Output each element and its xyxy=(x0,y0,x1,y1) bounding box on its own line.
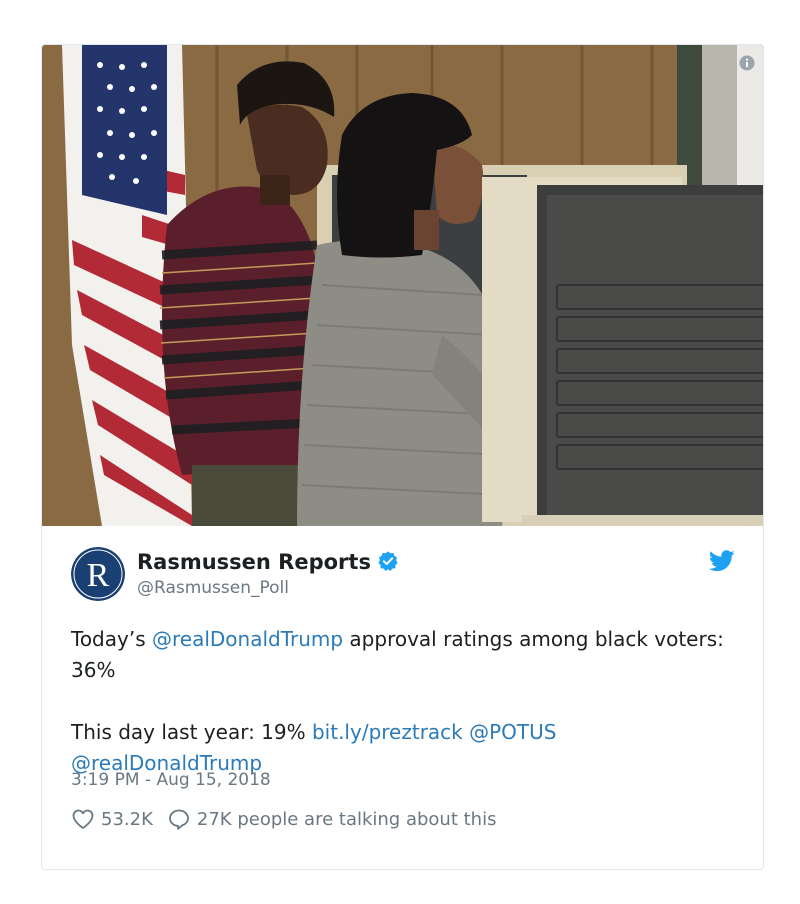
tweet-timestamp[interactable]: 3:19 PM - Aug 15, 2018 xyxy=(71,770,271,790)
embedded-tweet-card[interactable]: R Rasmussen Reports @Rasmussen_Poll Toda… xyxy=(41,44,764,870)
twitter-bird-icon[interactable] xyxy=(709,550,735,572)
tweet-text-segment: This day last year: 19% xyxy=(71,720,312,744)
heart-icon[interactable] xyxy=(71,807,95,831)
author-name-text[interactable]: Rasmussen Reports xyxy=(137,550,371,574)
tweet-text-segment: Today’s xyxy=(71,627,152,651)
voting-booth-photo xyxy=(42,45,763,526)
mention-link[interactable]: @realDonaldTrump xyxy=(152,627,343,651)
author-name[interactable]: Rasmussen Reports xyxy=(137,550,399,574)
tweet-actions: 53.2K 27K people are talking about this xyxy=(71,806,496,832)
mention-link[interactable]: @POTUS xyxy=(469,720,556,744)
talking-count[interactable]: 27K people are talking about this xyxy=(197,809,497,830)
tweet-paragraph-1: Today’s @realDonaldTrump approval rating… xyxy=(71,624,731,686)
tweet-photo[interactable] xyxy=(42,45,763,526)
tweet-text: Today’s @realDonaldTrump approval rating… xyxy=(71,624,731,779)
avatar-letter: R xyxy=(87,557,110,594)
verified-badge-icon xyxy=(378,551,398,571)
avatar[interactable]: R xyxy=(71,547,125,601)
info-icon[interactable] xyxy=(739,55,755,71)
like-count[interactable]: 53.2K xyxy=(101,809,153,830)
reply-bubble-icon[interactable] xyxy=(167,807,191,831)
tweet-body: R Rasmussen Reports @Rasmussen_Poll Toda… xyxy=(42,526,763,869)
url-link[interactable]: bit.ly/preztrack xyxy=(312,720,463,744)
author-handle[interactable]: @Rasmussen_Poll xyxy=(137,578,289,598)
